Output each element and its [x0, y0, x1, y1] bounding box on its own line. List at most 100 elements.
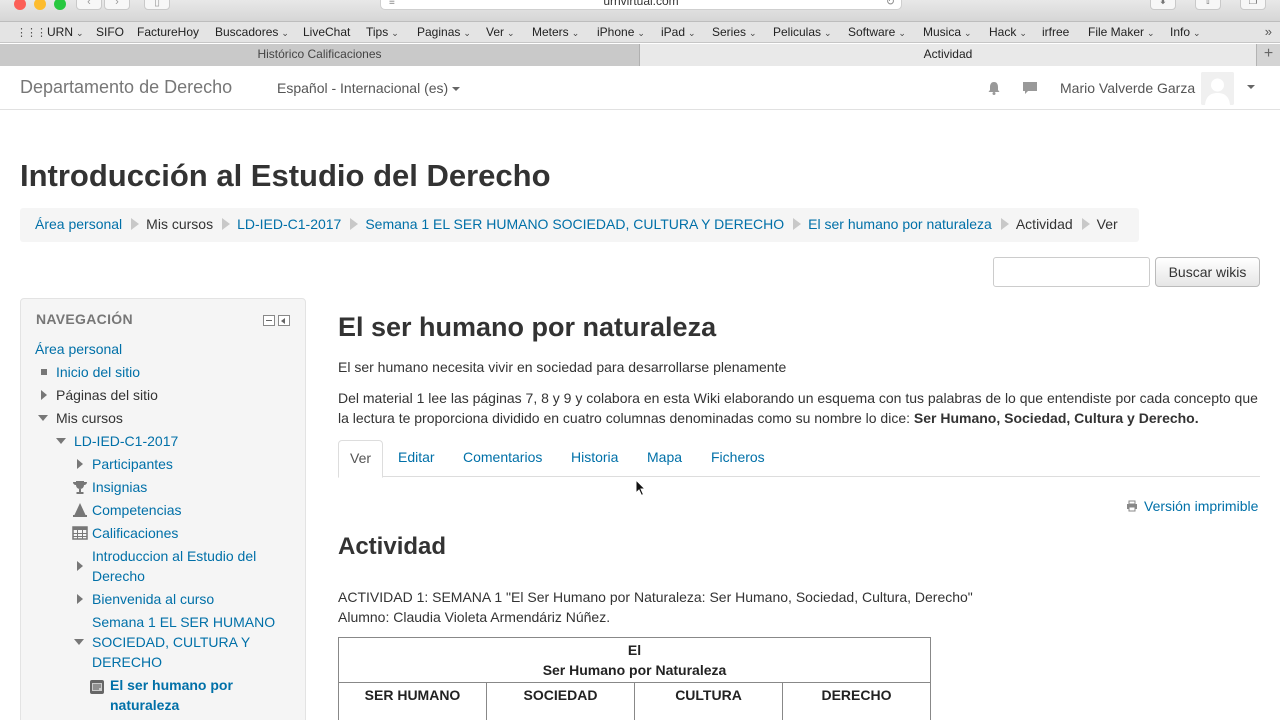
bookmark-meters[interactable]: Meters ⌄ [532, 25, 579, 39]
tab-mapa[interactable]: Mapa [647, 440, 682, 477]
share-icon[interactable]: ⇧ [1195, 0, 1221, 10]
expand-arrow-icon[interactable] [77, 594, 83, 604]
bookmark-series[interactable]: Series ⌄ [712, 25, 757, 39]
bullet-icon [41, 369, 47, 375]
nav-introduccion-line2[interactable]: Derecho [92, 566, 145, 586]
bookmark-buscadores[interactable]: Buscadores ⌄ [215, 25, 289, 39]
breadcrumb-semana-1[interactable]: Semana 1 EL SER HUMANO SOCIEDAD, CULTURA… [365, 216, 784, 232]
nav-paginas-sitio[interactable]: Páginas del sitio [56, 385, 158, 405]
nav-introduccion-line1[interactable]: Introduccion al Estudio del [92, 546, 256, 566]
more-bookmarks-icon[interactable]: » [1265, 24, 1272, 39]
bookmark-ipad[interactable]: iPad ⌄ [661, 25, 696, 39]
bookmark-hack[interactable]: Hack ⌄ [989, 25, 1027, 39]
nav-insignias[interactable]: Insignias [92, 477, 147, 497]
bookmark-file-maker[interactable]: File Maker ⌄ [1088, 25, 1155, 39]
new-tab-button[interactable]: + [1256, 44, 1280, 66]
bookmark-irfree[interactable]: irfree [1042, 25, 1069, 39]
tab-ficheros[interactable]: Ficheros [711, 440, 765, 477]
user-menu-chevron-icon[interactable] [1247, 85, 1255, 89]
nav-competencias[interactable]: Competencias [92, 500, 182, 520]
tab-comentarios[interactable]: Comentarios [463, 440, 542, 477]
address-bar[interactable]: ≡ urnvirtual.com ↻ [380, 0, 902, 10]
nav-bienvenida[interactable]: Bienvenida al curso [92, 589, 214, 609]
expand-arrow-icon[interactable] [41, 390, 47, 400]
bookmark-label: Ver [486, 25, 505, 39]
nav-semana1-line3[interactable]: DERECHO [92, 652, 162, 672]
top-sites-grid-icon[interactable]: ⋮⋮⋮ [16, 26, 47, 39]
bookmark-label: Meters [532, 25, 569, 39]
wiki-search-input[interactable] [993, 257, 1150, 287]
reader-icon[interactable]: ≡ [389, 0, 395, 9]
close-window-button[interactable] [14, 0, 26, 10]
bookmark-musica[interactable]: Musica ⌄ [923, 25, 972, 39]
tabs-overview-icon[interactable]: ❐ [1240, 0, 1266, 10]
bookmark-label: File Maker [1088, 25, 1145, 39]
bookmark-peliculas[interactable]: Peliculas ⌄ [773, 25, 832, 39]
table-header-line1: El [627, 642, 642, 658]
nav-ser-humano-line2[interactable]: naturaleza [110, 695, 179, 715]
bookmark-livechat[interactable]: LiveChat [303, 25, 350, 39]
bookmark-software[interactable]: Software ⌄ [848, 25, 906, 39]
nav-semana1-line2[interactable]: SOCIEDAD, CULTURA Y [92, 632, 250, 652]
bookmark-iphone[interactable]: iPhone ⌄ [597, 25, 645, 39]
chevron-down-icon: ⌄ [463, 28, 471, 38]
nav-area-personal[interactable]: Área personal [35, 339, 122, 359]
collapse-block-icon[interactable] [263, 315, 275, 326]
bookmark-urn[interactable]: URN ⌄ [47, 25, 84, 39]
maximize-window-button[interactable] [54, 0, 66, 10]
nav-semana1-line1[interactable]: Semana 1 EL SER HUMANO [92, 612, 275, 632]
table-header-cell: El Ser Humano por Naturaleza [338, 637, 931, 683]
collapse-arrow-icon[interactable] [74, 639, 84, 645]
breadcrumb-ser-humano[interactable]: El ser humano por naturaleza [808, 216, 992, 232]
notifications-bell-icon[interactable] [986, 80, 1002, 96]
bookmark-label: SIFO [96, 25, 125, 39]
collapse-arrow-icon[interactable] [56, 438, 66, 444]
downloads-icon[interactable]: ⬇ [1150, 0, 1176, 10]
dock-block-icon[interactable] [278, 315, 290, 326]
column-header-sociedad: SOCIEDAD [486, 682, 635, 720]
avatar[interactable] [1201, 72, 1234, 105]
activity-table: El Ser Humano por Naturaleza SER HUMANO … [338, 637, 931, 720]
tab-historia[interactable]: Historia [571, 440, 618, 477]
breadcrumb-course[interactable]: LD-IED-C1-2017 [237, 216, 341, 232]
reload-icon[interactable]: ↻ [886, 0, 895, 8]
user-name[interactable]: Mario Valverde Garza [1060, 80, 1195, 96]
bookmark-tips[interactable]: Tips ⌄ [366, 25, 399, 39]
expand-arrow-icon[interactable] [77, 561, 83, 571]
nav-mis-cursos[interactable]: Mis cursos [56, 408, 123, 428]
bookmark-label: FactureHoy [137, 25, 200, 39]
bookmark-ver[interactable]: Ver ⌄ [486, 25, 515, 39]
sidebar-toggle-button[interactable]: ▯ [144, 0, 170, 10]
browser-title-bar: ‹ › ▯ ≡ urnvirtual.com ↻ ⬇ ⇧ ❐ [0, 0, 1280, 22]
nav-course-ld-ied[interactable]: LD-IED-C1-2017 [74, 431, 178, 451]
forward-button[interactable]: › [104, 0, 130, 10]
chevron-down-icon: ⌄ [749, 28, 757, 38]
bookmark-sifo[interactable]: SIFO [96, 25, 124, 39]
table-header-line2: Ser Humano por Naturaleza [542, 662, 727, 678]
chevron-down-icon: ⌄ [507, 28, 515, 38]
nav-participantes[interactable]: Participantes [92, 454, 173, 474]
collapse-arrow-icon[interactable] [38, 415, 48, 421]
bookmark-info[interactable]: Info ⌄ [1170, 25, 1201, 39]
expand-arrow-icon[interactable] [77, 459, 83, 469]
bookmark-paginas[interactable]: Paginas ⌄ [417, 25, 471, 39]
nav-inicio-sitio[interactable]: Inicio del sitio [56, 362, 140, 382]
printer-icon [1127, 500, 1137, 512]
language-menu[interactable]: Español - Internacional (es) [277, 80, 461, 96]
printable-version-link[interactable]: Versión imprimible [1126, 498, 1258, 514]
mouse-cursor-icon [635, 479, 647, 497]
tab-editar[interactable]: Editar [398, 440, 435, 477]
breadcrumb-area-personal[interactable]: Área personal [35, 216, 122, 232]
messages-chat-icon[interactable] [1022, 80, 1038, 96]
browser-tab-actividad[interactable]: Actividad [640, 44, 1256, 66]
minimize-window-button[interactable] [34, 0, 46, 10]
site-name-link[interactable]: Departamento de Derecho [20, 77, 232, 98]
bookmark-facturehoy[interactable]: FactureHoy [137, 25, 199, 39]
nav-calificaciones[interactable]: Calificaciones [92, 523, 178, 543]
breadcrumb-separator-icon [1081, 218, 1090, 230]
tab-ver[interactable]: Ver [338, 440, 384, 478]
search-wikis-button[interactable]: Buscar wikis [1155, 257, 1260, 287]
nav-ser-humano-line1[interactable]: El ser humano por [110, 675, 233, 695]
browser-tab-historico[interactable]: Histórico Calificaciones [0, 44, 640, 66]
back-button[interactable]: ‹ [76, 0, 102, 10]
